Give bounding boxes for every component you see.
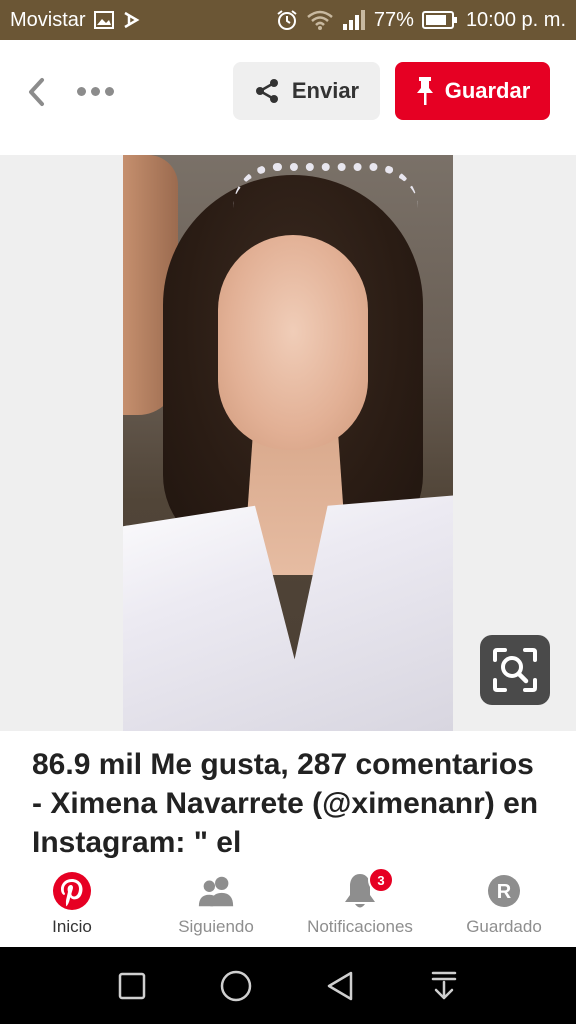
- tab-label: Notificaciones: [307, 917, 413, 936]
- status-bar: Movistar 77% 10:00 p. m.: [0, 0, 576, 40]
- more-dot-icon: [104, 86, 114, 96]
- tab-inicio[interactable]: Inicio: [0, 863, 144, 947]
- more-dot-icon: [76, 86, 86, 96]
- pin-description: 86.9 mil Me gusta, 287 comentarios - Xim…: [32, 748, 539, 859]
- tab-label: Siguiendo: [178, 917, 254, 936]
- send-button-label: Enviar: [291, 78, 360, 103]
- tab-guardado[interactable]: R Guardado: [432, 863, 576, 947]
- share-icon: [255, 79, 278, 103]
- tab-label: Inicio: [52, 917, 92, 936]
- pinterest-logo-icon: [52, 871, 92, 911]
- lens-search-icon: [493, 648, 537, 692]
- tab-siguiendo[interactable]: Siguiendo: [144, 863, 288, 947]
- more-options-button[interactable]: [72, 80, 118, 102]
- wifi-icon: [306, 10, 334, 30]
- back-nav-button[interactable]: [320, 966, 360, 1006]
- pin-action-bar: Enviar Guardar: [0, 40, 576, 155]
- home-button[interactable]: [216, 966, 256, 1006]
- tab-notificaciones[interactable]: 3 Notificaciones: [288, 863, 432, 947]
- notification-count-badge: 3: [368, 867, 394, 893]
- pin-icon: [416, 77, 433, 105]
- visual-search-button[interactable]: [480, 635, 550, 705]
- pin-image-tiara: [233, 163, 418, 208]
- circle-icon: [220, 970, 252, 1001]
- pin-image[interactable]: [123, 155, 453, 731]
- system-navigation-bar: [0, 947, 576, 1024]
- pin-closeup-area: [0, 155, 576, 731]
- status-bar-right: 77% 10:00 p. m.: [276, 9, 566, 32]
- image-notification-icon: [93, 11, 114, 29]
- profile-r-icon: R: [484, 871, 524, 911]
- save-button[interactable]: Guardar: [395, 62, 550, 120]
- pull-down-icon: [431, 971, 457, 999]
- back-button[interactable]: [22, 76, 50, 108]
- people-icon: [196, 871, 236, 911]
- signal-icon: [342, 10, 366, 30]
- time-label: 10:00 p. m.: [465, 8, 566, 31]
- pin-image-face: [218, 235, 368, 450]
- more-dot-icon: [90, 86, 100, 96]
- notification-shade-button[interactable]: [424, 966, 464, 1006]
- carrier-label: Movistar: [10, 8, 86, 31]
- status-bar-left: Movistar: [10, 9, 140, 32]
- tab-label: Guardado: [466, 917, 542, 936]
- battery-label: 77%: [373, 8, 414, 31]
- square-icon: [118, 972, 146, 999]
- save-button-label: Guardar: [444, 78, 531, 103]
- triangle-back-icon: [327, 971, 353, 1000]
- download-notification-icon: [122, 11, 140, 29]
- svg-text:R: R: [497, 881, 512, 903]
- battery-icon: [421, 11, 458, 29]
- recents-button[interactable]: [112, 966, 152, 1006]
- bottom-tab-bar: Inicio Siguiendo 3 Notificaciones R Guar…: [0, 863, 576, 947]
- chevron-left-icon: [29, 78, 44, 106]
- send-button[interactable]: Enviar: [233, 62, 380, 120]
- alarm-icon: [276, 9, 298, 31]
